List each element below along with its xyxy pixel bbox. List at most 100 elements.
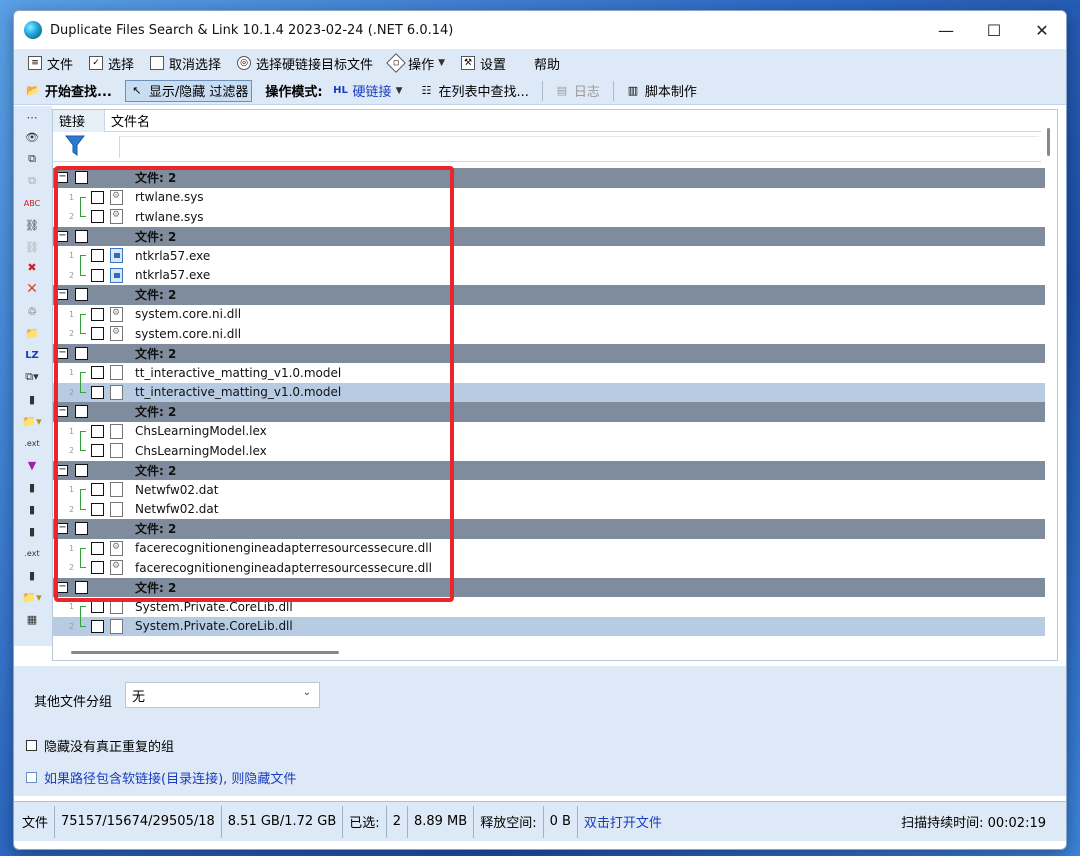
group-row[interactable]: − 文件: 2 — [53, 285, 1045, 305]
file-row[interactable]: 2 tt_interactive_matting_v1.0.model — [53, 382, 1045, 402]
file-checkbox[interactable] — [91, 268, 104, 282]
menu-help[interactable]: 帮助 — [534, 54, 560, 73]
file-row[interactable]: 2 facerecognitionengineadapterresourcesse… — [53, 558, 1045, 578]
collapse-icon[interactable]: − — [57, 289, 68, 300]
collapse-icon[interactable]: − — [57, 406, 68, 417]
file-row[interactable]: 2 Netwfw02.dat — [53, 499, 1045, 519]
file-row[interactable]: 2 ntkrla57.exe — [53, 265, 1045, 285]
script-button[interactable]: ▥ 脚本制作 — [622, 80, 700, 102]
file-checkbox[interactable] — [91, 561, 104, 574]
file-row[interactable]: 2 system.core.ni.dll — [53, 324, 1045, 344]
group-row[interactable]: − 文件: 2 — [53, 577, 1045, 597]
copy-icon[interactable]: ⧉ — [22, 172, 42, 190]
file-row[interactable]: 1 System.Private.CoreLib.dll — [53, 597, 1045, 617]
menu-select-hardlink-target[interactable]: ◎ 选择硬链接目标文件 — [237, 54, 373, 73]
unlink-icon[interactable]: ⛓ — [22, 238, 42, 256]
file-checkbox[interactable] — [91, 190, 104, 204]
menu-operation[interactable]: ◇ 操作 ▼ — [386, 53, 445, 73]
group-checkbox[interactable] — [75, 405, 88, 418]
delete-link-icon[interactable]: ✖ — [22, 258, 42, 276]
group-checkbox[interactable] — [75, 346, 88, 360]
group-checkbox[interactable] — [75, 522, 88, 535]
file-checkbox[interactable] — [91, 541, 104, 555]
start-search-button[interactable]: 📂 开始查找... — [22, 80, 115, 102]
column-icon[interactable]: ▮ — [22, 390, 42, 408]
folder-dropdown-icon[interactable]: 📁▾ — [22, 412, 42, 430]
file-checkbox[interactable] — [91, 327, 104, 340]
other-group-select[interactable]: 无 ⌄ — [125, 682, 320, 708]
filter-purple-icon[interactable]: ▼ — [22, 456, 42, 474]
column-icon[interactable]: ▮ — [22, 478, 42, 496]
file-checkbox[interactable] — [91, 600, 104, 613]
group-row[interactable]: − 文件: 2 — [53, 168, 1045, 188]
minimize-button[interactable]: — — [922, 11, 970, 49]
group-checkbox[interactable] — [75, 580, 88, 594]
group-checkbox[interactable] — [75, 171, 88, 184]
toggle-filter-button[interactable]: ↖ 显示/隐藏 过滤器 — [124, 79, 253, 102]
group-checkbox[interactable] — [75, 288, 88, 301]
column-icon[interactable]: ▮ — [22, 522, 42, 540]
hide-softlink-checkbox[interactable] — [26, 772, 37, 783]
collapse-icon[interactable]: − — [57, 347, 68, 359]
group-row[interactable]: − 文件: 2 — [53, 226, 1045, 246]
file-row[interactable]: 1 system.core.ni.dll — [53, 304, 1045, 324]
eye-icon[interactable]: 👁 — [22, 128, 42, 146]
collapse-icon[interactable]: − — [57, 230, 68, 242]
group-checkbox[interactable] — [75, 229, 88, 243]
menu-deselect[interactable]: 取消选择 — [150, 54, 221, 73]
group-row[interactable]: − 文件: 2 — [53, 460, 1045, 480]
file-row[interactable]: 2 System.Private.CoreLib.dll — [53, 616, 1045, 636]
column-header-link[interactable]: 链接 — [53, 110, 105, 132]
recycle-icon[interactable]: ♲ — [22, 302, 42, 320]
menu-select[interactable]: ✓ 选择 — [89, 54, 134, 73]
filter-icon[interactable] — [65, 135, 85, 157]
strikethrough-icon[interactable]: ABC — [22, 194, 42, 212]
file-checkbox[interactable] — [91, 444, 104, 457]
file-row[interactable]: 2 ChsLearningModel.lex — [53, 441, 1045, 461]
link-icon[interactable]: ⛓ — [22, 216, 42, 234]
file-row[interactable]: 1 tt_interactive_matting_v1.0.model — [53, 363, 1045, 383]
file-checkbox[interactable] — [91, 366, 104, 379]
file-row[interactable]: 1 rtwlane.sys — [53, 187, 1045, 207]
copy-dropdown-icon[interactable]: ⧉▾ — [22, 368, 42, 386]
copy-add-icon[interactable]: ⧉ — [22, 150, 42, 168]
hide-softlink-option[interactable]: 如果路径包含软链接(目录连接), 则隐藏文件 — [26, 768, 296, 787]
menu-settings[interactable]: ⚒ 设置 — [461, 54, 506, 73]
file-checkbox[interactable] — [91, 424, 104, 438]
column-filter-icon[interactable]: ▮ — [22, 566, 42, 584]
folder-dropdown-icon[interactable]: 📁▾ — [22, 588, 42, 606]
column-icon[interactable]: ▮ — [22, 500, 42, 518]
collapse-icon[interactable]: − — [57, 172, 68, 183]
grid-icon[interactable]: ▦ — [22, 610, 42, 628]
group-checkbox[interactable] — [75, 463, 88, 477]
file-row[interactable]: 1 ChsLearningModel.lex — [53, 421, 1045, 441]
file-checkbox[interactable] — [91, 385, 104, 399]
hide-not-real-dup-checkbox[interactable] — [26, 740, 37, 751]
group-row[interactable]: − 文件: 2 — [53, 519, 1045, 539]
scrollbar-thumb[interactable] — [1047, 128, 1050, 156]
close-button[interactable]: ✕ — [1018, 11, 1066, 49]
mode-dropdown[interactable]: HL 硬链接 ▼ — [330, 80, 406, 102]
maximize-button[interactable]: ☐ — [970, 11, 1018, 49]
collapse-icon[interactable]: − — [57, 464, 68, 476]
filename-filter-input[interactable] — [119, 136, 1039, 158]
file-checkbox[interactable] — [91, 249, 104, 262]
delete-icon[interactable]: ✕ — [22, 280, 42, 298]
file-checkbox[interactable] — [91, 210, 104, 223]
file-row[interactable]: 1 facerecognitionengineadapterresourcesse… — [53, 538, 1045, 558]
file-checkbox[interactable] — [91, 483, 104, 496]
lz-icon[interactable]: LZ — [22, 346, 42, 364]
menu-file[interactable]: ≡ 文件 — [28, 54, 73, 73]
file-checkbox[interactable] — [91, 307, 104, 321]
hide-not-real-dup-option[interactable]: 隐藏没有真正重复的组 — [26, 736, 174, 755]
group-row[interactable]: − 文件: 2 — [53, 402, 1045, 422]
horizontal-scrollbar[interactable] — [71, 651, 339, 654]
file-checkbox[interactable] — [91, 502, 104, 516]
folder-move-icon[interactable]: 📁 — [22, 324, 42, 342]
file-checkbox[interactable] — [91, 619, 104, 633]
log-button[interactable]: ▤ 日志 — [551, 80, 603, 102]
ext-icon[interactable]: .ext — [22, 544, 42, 562]
file-row[interactable]: 1 ntkrla57.exe — [53, 246, 1045, 266]
find-in-list-button[interactable]: ☷ 在列表中查找... — [415, 80, 531, 102]
file-row[interactable]: 2 rtwlane.sys — [53, 207, 1045, 227]
